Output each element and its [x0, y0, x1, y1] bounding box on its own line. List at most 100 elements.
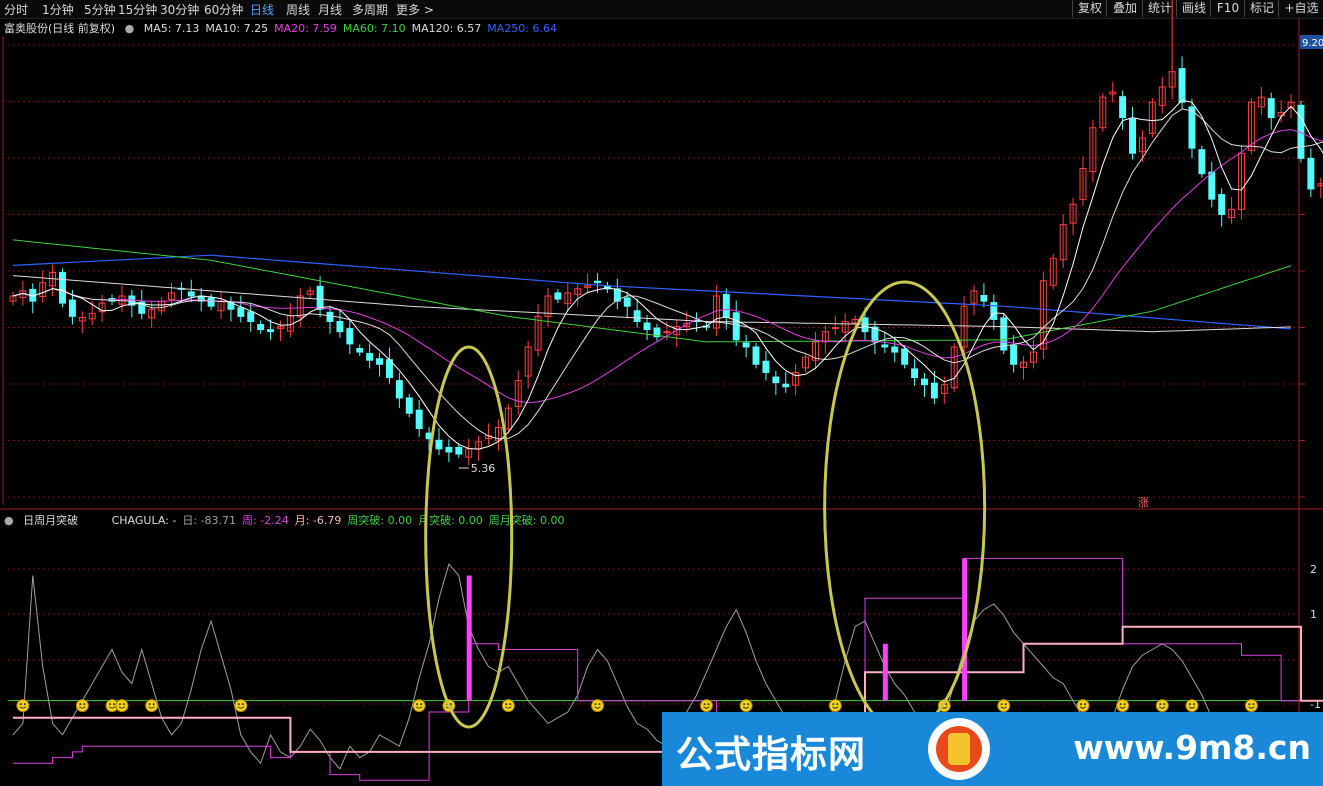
smiley-eye: [703, 703, 706, 706]
candle-body: [782, 383, 790, 388]
smiley-eye: [1159, 703, 1162, 706]
smiley-eye: [1123, 703, 1126, 706]
candle-body: [376, 358, 384, 365]
candle-body: [772, 376, 780, 384]
candle-body: [911, 368, 919, 379]
candle-body: [594, 280, 601, 284]
candle-body: [732, 312, 740, 341]
candle-body: [346, 328, 354, 345]
candle-body: [1178, 68, 1186, 103]
candle-body: [722, 293, 730, 318]
smiley-icon: [501, 699, 515, 713]
smiley-eye: [743, 703, 746, 706]
smiley-eye: [1083, 703, 1086, 706]
candle-body: [930, 382, 938, 399]
candle-body: [187, 291, 195, 297]
smiley-icon: [828, 699, 842, 713]
smiley-eye: [241, 703, 244, 706]
smiley-icon: [1116, 699, 1130, 713]
watermark-banner: 公式指标网 www.9m8.cn: [662, 712, 1323, 786]
smiley-eye: [1192, 703, 1195, 706]
smiley-eye: [594, 703, 597, 706]
smiley-eye: [1163, 703, 1166, 706]
candle-body: [267, 329, 275, 333]
smiley-icon: [699, 699, 713, 713]
smiley-eye: [945, 703, 948, 706]
smiley-eye: [83, 703, 86, 706]
candle-body: [316, 285, 324, 310]
low-annotation: 5.36: [471, 462, 496, 475]
candle-body: [901, 348, 909, 365]
smiley-eye: [707, 703, 710, 706]
smiley-eye: [1248, 703, 1251, 706]
axis-tick-label: 1: [1310, 608, 1317, 621]
axis-tick-label: 2: [1310, 563, 1317, 576]
candle-body: [633, 310, 641, 322]
smiley-eye: [79, 703, 82, 706]
candle-body: [445, 446, 453, 453]
smiley-eye: [1079, 703, 1082, 706]
smiley-icon: [16, 699, 30, 713]
candle-body: [366, 353, 374, 361]
smiley-icon: [1185, 699, 1199, 713]
smiley-eye: [420, 703, 423, 706]
smiley-eye: [1252, 703, 1255, 706]
breakout-bar: [962, 558, 968, 701]
candle-body: [663, 331, 671, 334]
rise-marker: 涨: [1138, 496, 1149, 509]
smiley-eye: [122, 703, 125, 706]
candle-body: [1267, 98, 1275, 119]
candle-body: [207, 297, 215, 307]
candle-body: [356, 347, 364, 353]
candle-body: [554, 292, 562, 300]
candle-body: [455, 446, 463, 455]
candle-body: [980, 294, 988, 302]
smiley-eye: [1119, 703, 1122, 706]
candle-body: [920, 378, 928, 386]
ma5-line: [12, 99, 1323, 450]
candle-body: [1129, 118, 1136, 154]
smiley-eye: [598, 703, 601, 706]
smiley-eye: [148, 703, 151, 706]
price-label: 9.20: [1302, 38, 1323, 49]
candle-body: [643, 322, 651, 331]
watermark-logo: [928, 718, 990, 780]
candle-body: [1218, 194, 1226, 215]
candle-body: [415, 409, 423, 430]
chart-canvas[interactable]: 21-19.209.305.36涨: [0, 0, 1323, 786]
candle-body: [326, 311, 334, 322]
smiley-eye: [19, 703, 22, 706]
candle-body: [1208, 171, 1216, 200]
smiley-icon: [75, 699, 89, 713]
watermark-url: www.9m8.cn: [1073, 728, 1311, 767]
candle-body: [752, 346, 760, 365]
smiley-icon: [591, 699, 605, 713]
ma20-line: [12, 128, 1323, 404]
smiley-icon: [1155, 699, 1169, 713]
smiley-eye: [1000, 703, 1003, 706]
smiley-eye: [832, 703, 835, 706]
smiley-eye: [237, 703, 240, 706]
smiley-eye: [23, 703, 26, 706]
candle-body: [68, 299, 76, 317]
smiley-eye: [118, 703, 121, 706]
breakout-bar: [466, 575, 472, 701]
watermark-text: 公式指标网: [676, 733, 866, 776]
smiley-icon: [234, 699, 248, 713]
smiley-eye: [836, 703, 839, 706]
smiley-icon: [1244, 699, 1258, 713]
candle-body: [1010, 344, 1018, 365]
candle-body: [336, 320, 344, 333]
smiley-eye: [113, 703, 116, 706]
smiley-icon: [412, 699, 426, 713]
smiley-eye: [416, 703, 419, 706]
candle-body: [891, 346, 899, 353]
ma250-line: [12, 254, 1292, 330]
candle-body: [395, 380, 403, 399]
smiley-icon: [997, 699, 1011, 713]
smiley-eye: [747, 703, 750, 706]
candle-body: [742, 342, 750, 348]
candle-body: [762, 360, 770, 373]
smiley-eye: [505, 703, 508, 706]
smiley-icon: [145, 699, 159, 713]
